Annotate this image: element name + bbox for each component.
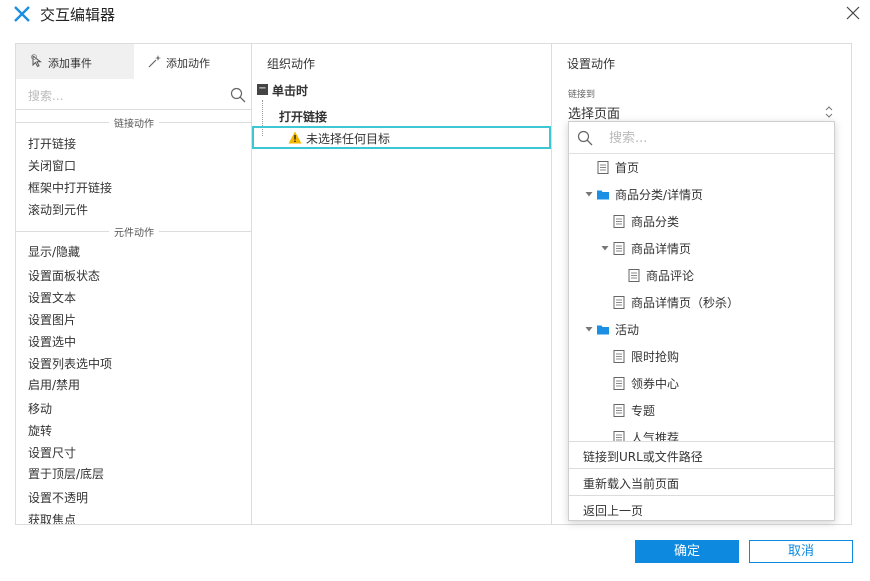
folder-icon bbox=[597, 325, 609, 335]
group-title: 元件动作 bbox=[109, 228, 159, 239]
tab-label: 添加动作 bbox=[166, 57, 210, 70]
action-item-focus[interactable]: 获取焦点 bbox=[28, 511, 76, 524]
tab-label: 添加事件 bbox=[48, 57, 92, 70]
page-icon bbox=[613, 377, 625, 390]
action-item-set-text[interactable]: 设置文本 bbox=[28, 289, 76, 306]
action-search bbox=[16, 81, 251, 109]
action-item-set-selected[interactable]: 设置选中 bbox=[28, 333, 76, 350]
page-icon bbox=[613, 350, 625, 363]
action-item-set-panel-state[interactable]: 设置面板状态 bbox=[28, 267, 100, 284]
page-search bbox=[569, 122, 834, 154]
page-icon bbox=[613, 431, 625, 441]
page-tree: 首页 商品分类/详情页 商品分类 商品详情页 商品评论 商品详情页（秒杀） 活动… bbox=[569, 155, 834, 441]
close-icon[interactable] bbox=[846, 6, 860, 20]
cancel-button[interactable]: 取消 bbox=[749, 540, 853, 563]
expand-arrow-icon[interactable] bbox=[585, 325, 593, 333]
tree-item-label: 商品评论 bbox=[646, 269, 695, 283]
action-item-show-hide[interactable]: 显示/隐藏 bbox=[28, 243, 80, 260]
tree-item-label: 领券中心 bbox=[631, 377, 680, 391]
action-item-open-in-frame[interactable]: 框架中打开链接 bbox=[28, 179, 112, 196]
action-search-input[interactable] bbox=[28, 85, 218, 107]
tree-item-label: 商品详情页（秒杀） bbox=[631, 296, 740, 310]
tree-item-label: 专题 bbox=[631, 404, 656, 418]
page-select-value: 选择页面 bbox=[568, 107, 621, 122]
action-item-bring-front-back[interactable]: 置于顶层/底层 bbox=[28, 465, 104, 482]
title-bar: 交互编辑器 bbox=[0, 0, 870, 30]
action-item-close-window[interactable]: 关闭窗口 bbox=[28, 157, 76, 174]
event-label: 单击时 bbox=[272, 84, 309, 98]
option-reload-page[interactable]: 重新载入当前页面 bbox=[569, 468, 834, 495]
search-icon[interactable] bbox=[230, 87, 246, 103]
action-item-rotate[interactable]: 旋转 bbox=[28, 422, 52, 439]
tree-item-label: 商品分类/详情页 bbox=[615, 188, 704, 202]
window-title: 交互编辑器 bbox=[40, 6, 116, 24]
tree-item-label: 人气推荐 bbox=[631, 431, 680, 441]
option-label: 返回上一页 bbox=[583, 504, 644, 518]
panel-title: 组织动作 bbox=[267, 57, 316, 71]
app-logo-icon bbox=[14, 6, 30, 22]
action-library-panel: 添加事件 添加动作 链接动作 打开链接 关闭窗口 框架中打开链接 滚动到元件 bbox=[16, 44, 252, 524]
target-label: 未选择任何目标 bbox=[306, 132, 391, 146]
panel-title: 设置动作 bbox=[567, 57, 616, 71]
action-row[interactable]: 打开链接 bbox=[279, 108, 327, 125]
page-icon bbox=[628, 269, 640, 282]
page-picker-dropdown: 首页 商品分类/详情页 商品分类 商品详情页 商品评论 商品详情页（秒杀） bbox=[568, 121, 835, 521]
option-link-url[interactable]: 链接到URL或文件路径 bbox=[569, 441, 834, 468]
option-go-back[interactable]: 返回上一页 bbox=[569, 495, 834, 522]
organize-actions-panel: 组织动作 − 单击时 打开链接 未选择任何目标 bbox=[252, 44, 552, 524]
expand-arrow-icon[interactable] bbox=[601, 244, 609, 252]
page-icon bbox=[597, 161, 609, 174]
tab-add-event[interactable]: 添加事件 bbox=[16, 44, 134, 79]
option-label: 链接到URL或文件路径 bbox=[583, 450, 703, 464]
expand-arrow-icon[interactable] bbox=[585, 190, 593, 198]
group-header-link-actions: 链接动作 bbox=[16, 115, 251, 130]
page-icon bbox=[613, 404, 625, 417]
tree-item-label: 商品详情页 bbox=[631, 242, 692, 256]
tree-item-label: 商品分类 bbox=[631, 215, 680, 229]
group-title: 链接动作 bbox=[109, 119, 159, 130]
action-item-set-image[interactable]: 设置图片 bbox=[28, 311, 76, 328]
warning-icon bbox=[288, 131, 302, 144]
action-item-open-link[interactable]: 打开链接 bbox=[28, 135, 76, 152]
page-icon bbox=[613, 296, 625, 309]
ok-button[interactable]: 确定 bbox=[635, 540, 739, 563]
add-event-icon bbox=[31, 54, 42, 68]
action-item-enable-disable[interactable]: 启用/禁用 bbox=[28, 376, 80, 393]
action-item-set-opacity[interactable]: 设置不透明 bbox=[28, 489, 88, 506]
option-label: 重新载入当前页面 bbox=[583, 477, 680, 491]
chevron-up-down-icon bbox=[825, 106, 833, 118]
tree-item-label: 首页 bbox=[615, 161, 640, 175]
action-item-set-list-selection[interactable]: 设置列表选中项 bbox=[28, 355, 112, 372]
search-icon bbox=[577, 130, 593, 146]
action-item-move[interactable]: 移动 bbox=[28, 400, 52, 417]
folder-icon bbox=[597, 190, 609, 200]
action-item-scroll-to-widget[interactable]: 滚动到元件 bbox=[28, 201, 88, 218]
link-to-label: 链接到 bbox=[568, 90, 596, 100]
action-item-set-size[interactable]: 设置尺寸 bbox=[28, 444, 76, 461]
tree-item-label: 限时抢购 bbox=[631, 350, 680, 364]
tree-item-label: 活动 bbox=[615, 323, 640, 337]
page-search-input[interactable] bbox=[609, 128, 809, 148]
page-icon bbox=[613, 242, 625, 255]
target-row[interactable]: 未选择任何目标 bbox=[252, 126, 551, 149]
tab-add-action[interactable]: 添加动作 bbox=[134, 44, 251, 79]
add-action-icon bbox=[148, 55, 161, 68]
group-header-widget-actions: 元件动作 bbox=[16, 224, 251, 239]
page-select[interactable]: 选择页面 bbox=[568, 103, 838, 123]
page-icon bbox=[613, 215, 625, 228]
divider bbox=[16, 109, 251, 110]
collapse-icon[interactable]: − bbox=[257, 84, 268, 95]
